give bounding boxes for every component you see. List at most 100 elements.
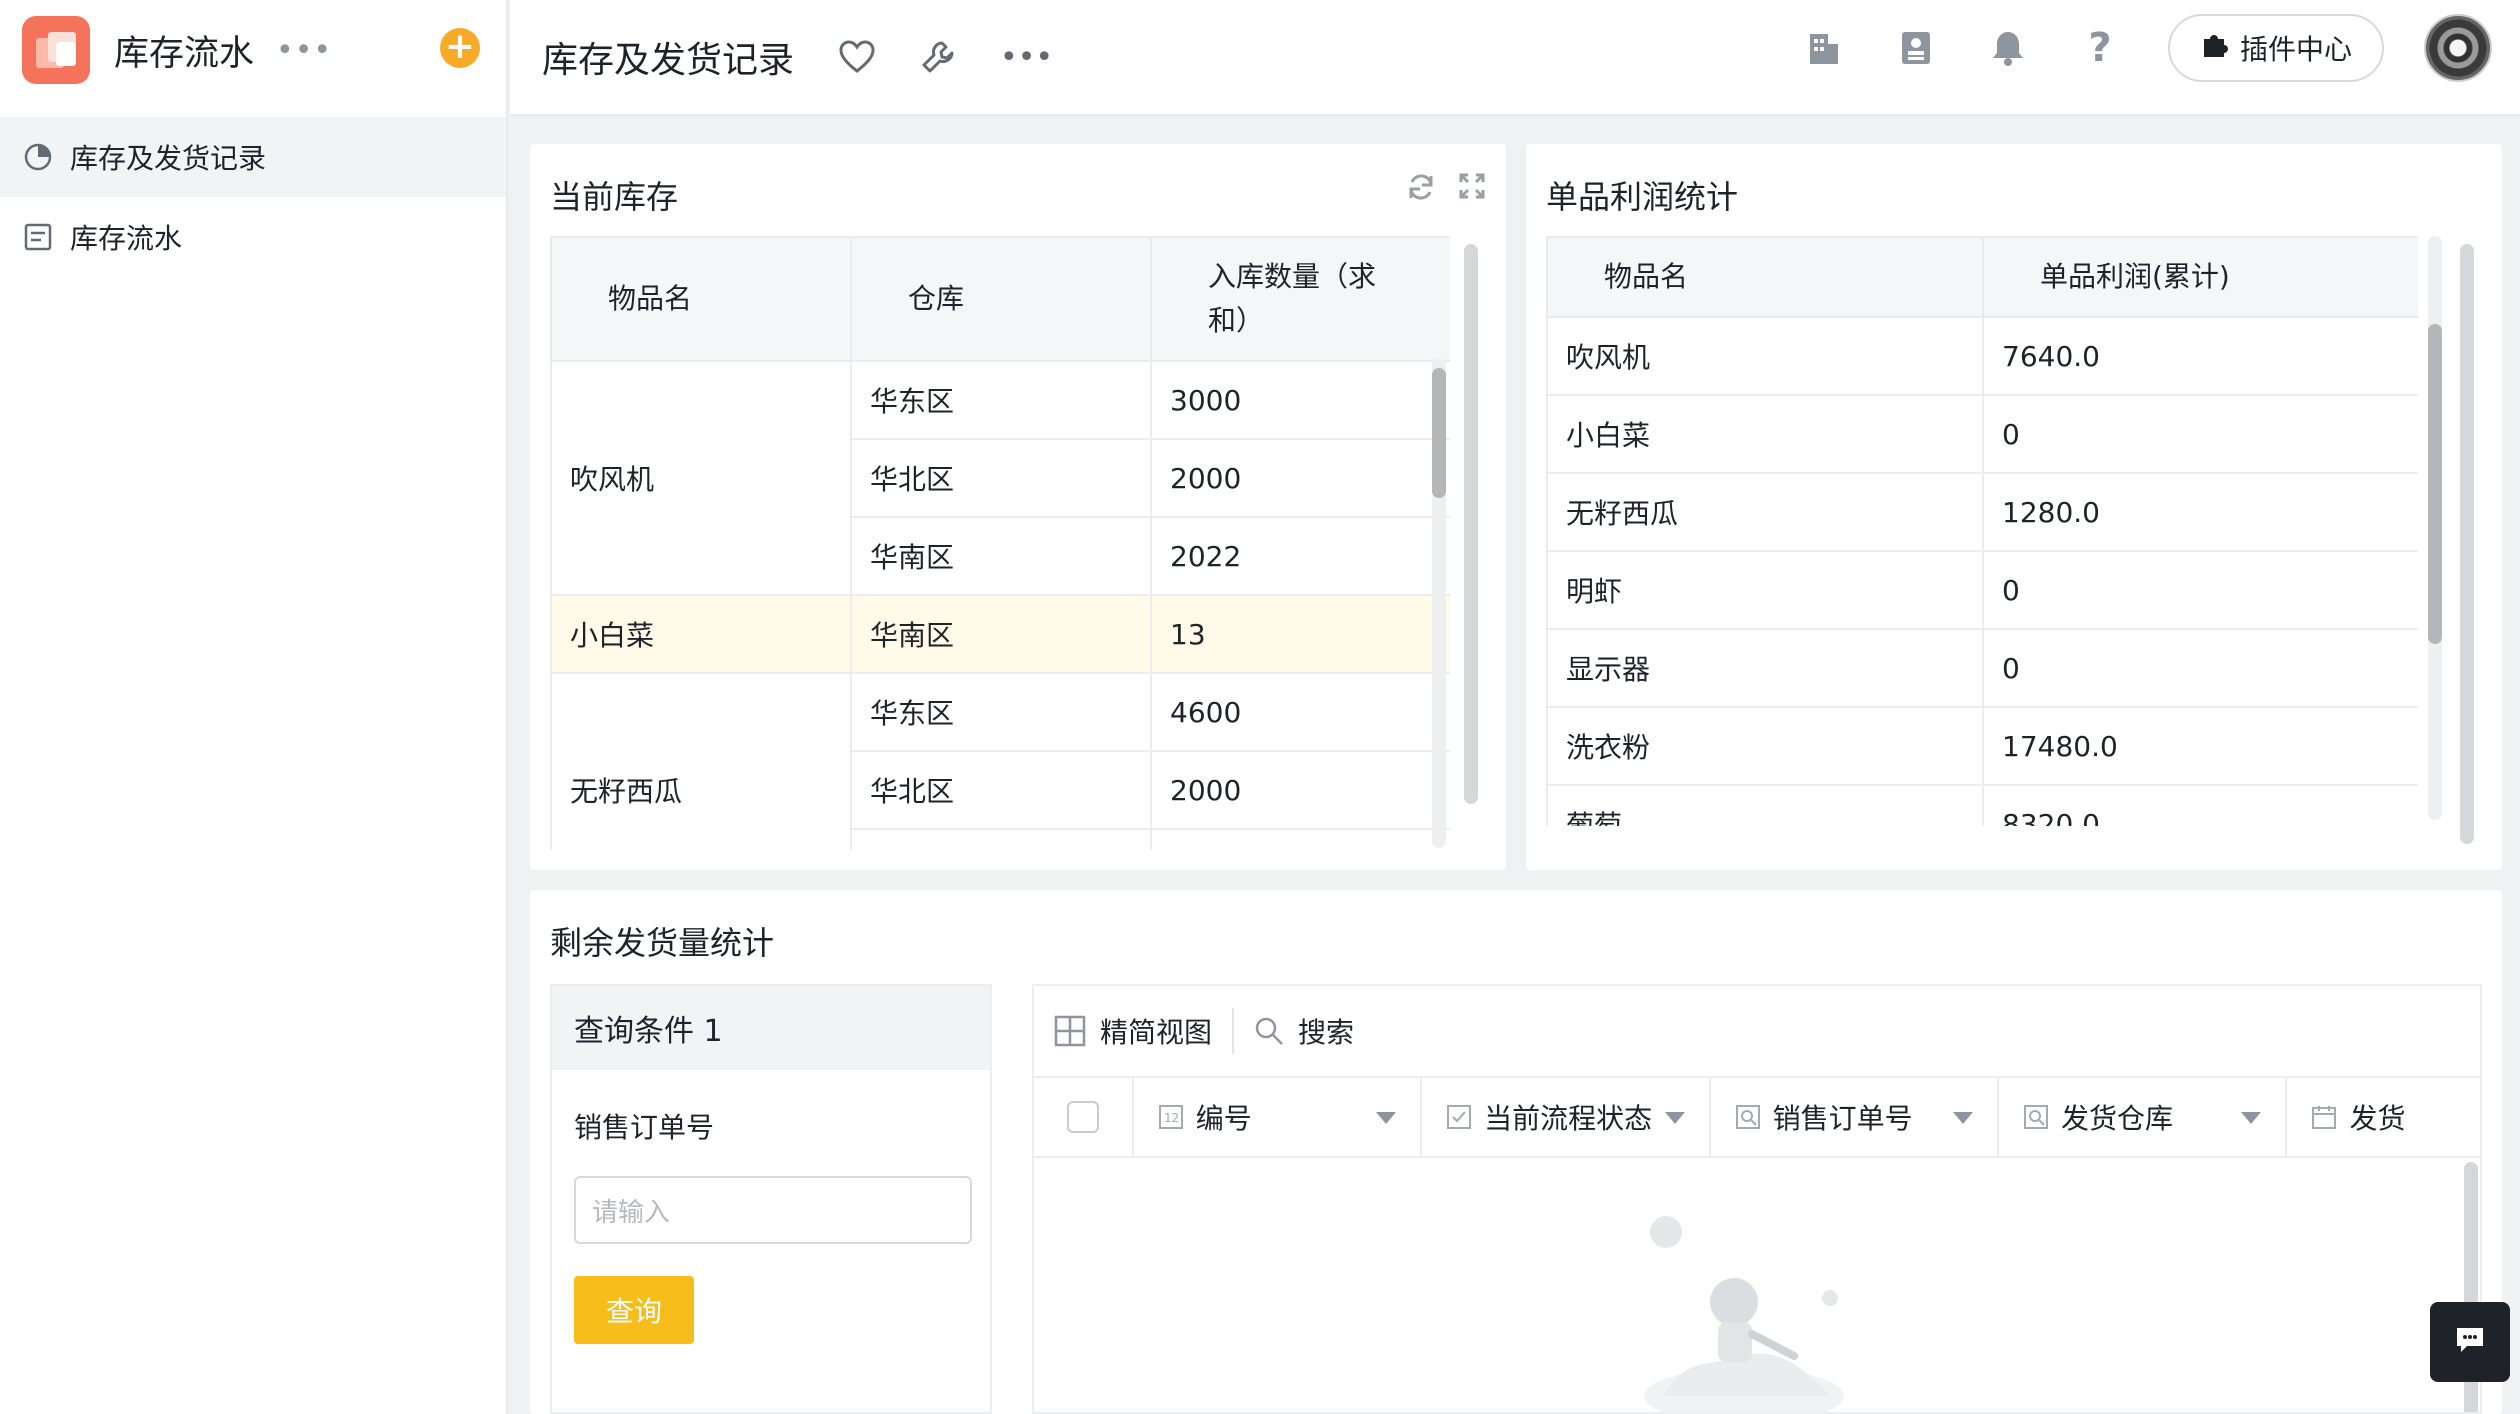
column-header: 单品利润(累计)	[1982, 236, 2418, 318]
value-cell: 1280.0	[1982, 472, 2418, 552]
wrench-icon[interactable]	[920, 39, 956, 75]
table-row[interactable]: 葡萄 8320.0	[1546, 784, 2418, 826]
app-logo	[22, 16, 90, 84]
checkbox-icon	[1446, 1104, 1472, 1130]
app-more-icon[interactable]: •••	[276, 33, 332, 68]
column-status[interactable]: 当前流程状态	[1422, 1078, 1711, 1156]
number-icon: 12	[1158, 1104, 1184, 1130]
chevron-down-icon[interactable]	[1953, 1112, 1973, 1124]
table-row[interactable]: 明虾 0	[1546, 550, 2418, 630]
remaining-card-title: 剩余发货量统计	[550, 924, 775, 962]
clock-icon	[22, 141, 54, 173]
search-label: 搜索	[1298, 1016, 1355, 1049]
chevron-down-icon[interactable]	[1664, 1112, 1685, 1124]
qty-cell: 2000	[1150, 438, 1450, 518]
lookup-icon	[1735, 1104, 1761, 1130]
value-cell: 17480.0	[1982, 706, 2418, 786]
profit-card: 单品利润统计 物品名 单品利润(累计) 吹风机 7640.0 小白菜 0 无籽西瓜 1…	[1526, 144, 2502, 870]
column-label: 发货	[2349, 1102, 2406, 1135]
order-number-label: 销售订单号	[574, 1111, 715, 1144]
column-header: 物品名	[550, 236, 852, 362]
item-cell: 明虾	[1546, 550, 1984, 630]
profit-inner-scroll-thumb[interactable]	[2428, 324, 2442, 644]
form-icon	[22, 221, 54, 253]
sidebar-item-label: 库存流水	[70, 222, 183, 255]
search-icon	[1254, 1016, 1284, 1046]
table-row[interactable]: 无籽西瓜 华东区 4600	[550, 672, 1450, 850]
table-row[interactable]: 吹风机 7640.0	[1546, 316, 2418, 396]
item-cell: 小白菜	[1546, 394, 1984, 474]
table-row[interactable]: 小白菜 0	[1546, 394, 2418, 474]
column-header: 物品名	[1546, 236, 1984, 318]
more-icon[interactable]: •••	[1000, 40, 1053, 75]
table-row[interactable]: 无籽西瓜 1280.0	[1546, 472, 2418, 552]
chat-button[interactable]	[2430, 1302, 2510, 1382]
chevron-down-icon[interactable]	[2241, 1112, 2262, 1124]
select-all-checkbox[interactable]	[1066, 1101, 1099, 1133]
column-id[interactable]: 12 编号	[1134, 1078, 1423, 1156]
item-cell: 吹风机	[550, 360, 852, 596]
heart-icon[interactable]	[838, 40, 876, 74]
query-button[interactable]: 查询	[574, 1276, 694, 1344]
qty-cell	[1150, 828, 1450, 850]
puzzle-icon	[2200, 31, 2228, 66]
fullscreen-icon[interactable]	[1458, 172, 1486, 202]
query-panel-header: 查询条件 1	[552, 986, 990, 1070]
sidebar-header: 库存流水 ••• +	[0, 0, 506, 100]
table-row[interactable]: 洗衣粉 17480.0	[1546, 706, 2418, 786]
inventory-outer-scrollbar[interactable]	[1464, 244, 1478, 804]
table-row-highlighted[interactable]: 小白菜 华南区 13	[550, 594, 1450, 674]
value-cell: 0	[1982, 550, 2418, 630]
order-number-input[interactable]: 请输入	[574, 1176, 972, 1244]
contacts-icon[interactable]	[1892, 24, 1940, 72]
bell-icon[interactable]	[1984, 24, 2032, 72]
qty-cell: 2022	[1150, 516, 1450, 596]
plugin-center-button[interactable]: 插件中心	[2167, 14, 2384, 82]
top-bar-right: ? 插件中心	[1800, 14, 2492, 82]
building-icon[interactable]	[1800, 24, 1848, 72]
svg-text:12: 12	[1164, 1111, 1179, 1125]
value-cell: 7640.0	[1982, 316, 2418, 396]
table-row[interactable]: 显示器 0	[1546, 628, 2418, 708]
inventory-card-title: 当前库存	[550, 178, 679, 216]
lookup-icon	[2023, 1104, 2049, 1130]
column-ship[interactable]: 发货	[2287, 1078, 2480, 1156]
column-label: 当前流程状态	[1484, 1102, 1653, 1135]
records-view: 精简视图 搜索 12 编号 当前流程状态 销售订单号 发货仓库 发货	[1032, 984, 2482, 1414]
table-row[interactable]: 吹风机 华东区 3000	[550, 360, 1450, 596]
column-warehouse[interactable]: 发货仓库	[1999, 1078, 2288, 1156]
chevron-down-icon[interactable]	[1376, 1112, 1397, 1124]
sidebar-item-inventory-records[interactable]: 库存及发货记录	[0, 117, 506, 197]
add-page-button[interactable]: +	[440, 28, 480, 68]
value-cell: 8320.0	[1982, 784, 2418, 826]
column-header: 仓库	[850, 236, 1152, 362]
inventory-inner-scroll-thumb[interactable]	[1432, 368, 1446, 498]
item-cell: 小白菜	[550, 594, 852, 674]
warehouse-cell: 华南区	[850, 594, 1152, 674]
search-button[interactable]: 搜索	[1254, 1011, 1354, 1051]
grid-icon	[1054, 1015, 1086, 1047]
refresh-icon[interactable]	[1406, 172, 1436, 202]
inventory-table: 物品名 仓库 入库数量（求和） 吹风机 华东区 3000 华北区 2000 华南…	[550, 236, 1450, 850]
item-cell: 显示器	[1546, 628, 1984, 708]
column-label: 销售订单号	[1772, 1102, 1913, 1135]
select-all-column	[1034, 1078, 1134, 1156]
warehouse-cell: 华北区	[850, 750, 1152, 830]
user-avatar[interactable]	[2424, 14, 2492, 82]
warehouse-cell: 华东区	[850, 672, 1152, 752]
profit-outer-scrollbar[interactable]	[2460, 244, 2474, 844]
profit-table: 物品名 单品利润(累计) 吹风机 7640.0 小白菜 0 无籽西瓜 1280.0 明…	[1546, 236, 2418, 826]
sidebar-item-inventory-flow[interactable]: 库存流水	[0, 197, 506, 277]
value-cell: 0	[1982, 628, 2418, 708]
qty-cell: 13	[1150, 594, 1450, 674]
item-cell: 洗衣粉	[1546, 706, 1984, 786]
warehouse-cell	[850, 828, 1152, 850]
column-label: 发货仓库	[2061, 1102, 2174, 1135]
compact-view-button[interactable]: 精简视图	[1054, 1011, 1212, 1051]
qty-cell: 2000	[1150, 750, 1450, 830]
item-cell: 葡萄	[1546, 784, 1984, 826]
help-icon[interactable]: ?	[2076, 24, 2124, 72]
column-header: 入库数量（求和）	[1150, 236, 1450, 362]
column-order-number[interactable]: 销售订单号	[1711, 1078, 1999, 1156]
sidebar-item-label: 库存及发货记录	[70, 142, 267, 175]
